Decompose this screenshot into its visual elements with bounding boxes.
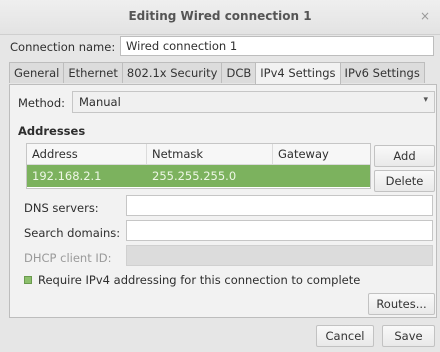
addresses-table-header: Address Netmask Gateway (27, 144, 370, 165)
connection-name-label: Connection name: (10, 40, 116, 54)
dns-servers-label: DNS servers: (24, 201, 99, 215)
column-header-address[interactable]: Address (27, 144, 147, 164)
address-cell[interactable]: 192.168.2.1 (27, 165, 147, 187)
table-row[interactable]: 192.168.2.1 255.255.255.0 (27, 165, 370, 187)
search-domains-input[interactable] (126, 220, 433, 241)
netmask-cell[interactable]: 255.255.255.0 (147, 165, 273, 187)
column-header-netmask[interactable]: Netmask (147, 144, 273, 164)
tab-8021x-security[interactable]: 802.1x Security (121, 62, 223, 83)
title-bar: Editing Wired connection 1 × (0, 0, 440, 35)
cancel-button[interactable]: Cancel (316, 325, 374, 347)
method-value: Manual (79, 95, 121, 109)
connection-name-input[interactable] (120, 36, 434, 56)
dhcp-client-id-input (126, 245, 433, 266)
delete-button[interactable]: Delete (374, 170, 435, 192)
save-button[interactable]: Save (382, 325, 435, 347)
connection-name-row: Connection name: (0, 36, 440, 58)
add-button[interactable]: Add (374, 145, 435, 167)
require-ipv4-checkbox[interactable] (24, 276, 32, 284)
addresses-table: Address Netmask Gateway 192.168.2.1 255.… (26, 143, 371, 189)
close-icon[interactable]: × (418, 9, 432, 23)
chevron-down-icon: ▾ (423, 95, 428, 105)
window-title: Editing Wired connection 1 (128, 9, 312, 23)
dns-servers-input[interactable] (126, 195, 433, 216)
tab-ipv4-settings[interactable]: IPv4 Settings (255, 62, 341, 84)
method-dropdown[interactable]: Manual ▾ (72, 91, 435, 113)
search-domains-label: Search domains: (24, 226, 121, 240)
tab-bar: General Ethernet 802.1x Security DCB IPv… (9, 62, 425, 84)
routes-button[interactable]: Routes... (368, 293, 435, 315)
addresses-heading: Addresses (18, 124, 86, 138)
column-header-gateway[interactable]: Gateway (273, 144, 370, 164)
method-label: Method: (18, 96, 66, 110)
require-ipv4-label[interactable]: Require IPv4 addressing for this connect… (38, 273, 360, 287)
dhcp-client-id-label: DHCP client ID: (24, 251, 112, 265)
tab-ipv6-settings[interactable]: IPv6 Settings (339, 62, 425, 83)
tab-ethernet[interactable]: Ethernet (63, 62, 123, 83)
gateway-cell[interactable] (273, 165, 370, 187)
tab-dcb[interactable]: DCB (221, 62, 257, 83)
tab-general[interactable]: General (9, 62, 65, 83)
dialog-button-bar (0, 318, 440, 352)
